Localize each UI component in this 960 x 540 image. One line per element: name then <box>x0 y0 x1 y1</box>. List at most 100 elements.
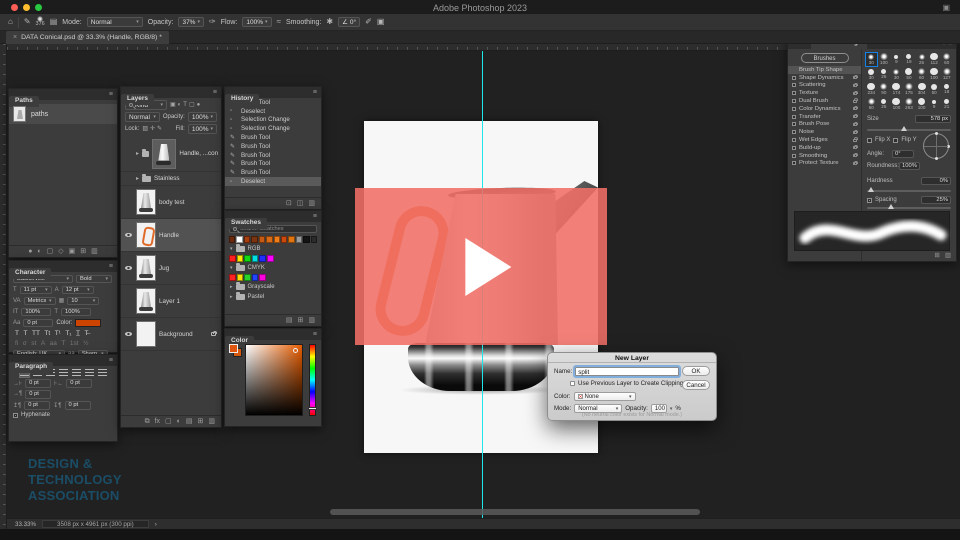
brush-option-row[interactable]: Wet Edges <box>788 136 861 144</box>
layer-filter-icon[interactable]: ● <box>197 102 201 108</box>
brush-option-row[interactable]: Protect Texture <box>788 160 861 168</box>
panel-menu-icon[interactable]: ≡ <box>313 213 317 220</box>
lock-option-icon[interactable]: ✛ <box>150 126 155 132</box>
flow-field[interactable]: 100%▾ <box>242 17 271 27</box>
layer-name[interactable]: Jug <box>159 265 169 272</box>
brush-preset[interactable]: 25 <box>878 97 891 112</box>
brush-preset[interactable]: 30 <box>890 67 903 82</box>
justify-last-left-button[interactable] <box>59 369 68 377</box>
horizontal-scale-field[interactable]: 100% <box>61 308 91 317</box>
type-style-button[interactable]: T̶ <box>85 330 89 337</box>
layer-name[interactable]: Handle <box>159 232 179 239</box>
tab-swatches[interactable]: Swatches <box>225 218 267 229</box>
layers-footer-icon[interactable]: ⊞ <box>198 418 204 425</box>
brush-option-row[interactable]: Noise <box>788 128 861 136</box>
swatch[interactable] <box>237 255 244 262</box>
symmetry-icon[interactable]: ▣ <box>377 18 385 26</box>
spacing-value[interactable]: 25% <box>921 196 951 204</box>
indent-first-line-field[interactable]: 0 pt <box>25 390 51 399</box>
indent-right-field[interactable]: 0 pt <box>66 379 92 388</box>
brush-preset[interactable]: 234 <box>865 82 878 97</box>
history-footer-icon[interactable]: ⊡ <box>286 200 292 207</box>
swatch-group-grayscale[interactable]: ▸ Grayscale <box>225 284 321 290</box>
brush-option-checkbox[interactable] <box>792 83 796 87</box>
group-expander-icon[interactable]: ▸ <box>136 150 139 157</box>
brush-preset[interactable]: 100 <box>928 67 941 82</box>
space-before-field[interactable]: 0 pt <box>24 401 50 410</box>
vertical-ruler[interactable] <box>0 44 7 529</box>
brush-preset[interactable]: 127 <box>940 67 953 82</box>
brush-preset[interactable]: 30 <box>865 67 878 82</box>
tab-character[interactable]: Character <box>9 268 51 279</box>
swatch[interactable] <box>252 255 259 262</box>
blend-mode-select[interactable]: Normal▾ <box>87 17 143 27</box>
swatch[interactable] <box>259 255 266 262</box>
font-size-field[interactable]: 11 pt▾ <box>20 286 52 295</box>
brush-option-checkbox[interactable] <box>792 161 796 165</box>
spacing-slider[interactable] <box>867 207 951 209</box>
brush-preset[interactable]: 112 <box>928 52 941 67</box>
brush-option-checkbox[interactable] <box>792 154 796 158</box>
panel-menu-icon[interactable]: ≡ <box>213 89 217 96</box>
space-after-field[interactable]: 0 pt <box>65 401 91 410</box>
swatch-group-pastel[interactable]: ▸ Pastel <box>225 294 321 300</box>
layer-filter-icon[interactable]: ▢ <box>189 102 195 108</box>
cancel-button[interactable]: Cancel <box>682 380 710 390</box>
tracking-field[interactable]: 10▾ <box>67 297 99 306</box>
brush-option-checkbox[interactable] <box>792 99 796 103</box>
layers-footer-icon[interactable]: ⧉ <box>145 418 150 425</box>
swatch[interactable] <box>236 236 242 243</box>
layer-name[interactable]: Stainless <box>154 175 180 182</box>
brush-preset[interactable]: 90 <box>878 82 891 97</box>
brush-angle-dial[interactable] <box>923 133 949 159</box>
paths-footer-icon[interactable]: ◐ <box>37 248 41 255</box>
swatch[interactable] <box>296 236 302 243</box>
angle-value[interactable]: 0° <box>892 150 914 158</box>
close-document-icon[interactable]: × <box>13 34 17 41</box>
hardness-slider[interactable] <box>867 190 951 192</box>
swatches-footer-icon[interactable]: ▤ <box>286 317 293 324</box>
layer-visibility-eye-icon[interactable] <box>125 233 132 238</box>
brush-option-checkbox[interactable] <box>792 76 796 80</box>
panel-menu-icon[interactable]: ≡ <box>109 357 113 364</box>
brush-option-row[interactable]: Texture <box>788 89 861 97</box>
swatches-footer-icon[interactable]: ▥ <box>308 317 315 324</box>
justify-last-right-button[interactable] <box>85 369 94 377</box>
vertical-scale-field[interactable]: 100% <box>21 308 51 317</box>
layer-thumbnail[interactable] <box>152 139 176 169</box>
leading-field[interactable]: 12 pt▾ <box>62 286 94 295</box>
paths-footer-icon[interactable]: ◇ <box>58 248 63 255</box>
brush-option-row[interactable]: Transfer <box>788 113 861 121</box>
brush-preset[interactable]: 9 <box>928 97 941 112</box>
swatch-group-cmyk[interactable]: ▾ CMYK <box>225 265 321 271</box>
brush-option-checkbox[interactable] <box>792 130 796 134</box>
size-slider[interactable] <box>867 129 951 131</box>
layers-footer-icon[interactable]: ▥ <box>208 418 215 425</box>
hue-slider[interactable] <box>309 344 316 416</box>
panel-menu-icon[interactable]: ≡ <box>313 331 317 338</box>
history-step[interactable]: ✎ Brush Tool <box>225 133 321 142</box>
history-step[interactable]: ✎ Brush Tool <box>225 168 321 177</box>
opentype-button[interactable]: T <box>61 340 65 347</box>
brush-preset[interactable]: 21 <box>940 97 953 112</box>
brush-preset[interactable]: 100 <box>878 52 891 67</box>
foreground-color-swatch[interactable] <box>229 344 238 353</box>
lock-option-icon[interactable]: ▨ <box>142 126 148 132</box>
swatch[interactable] <box>244 274 251 281</box>
color-picker-cursor[interactable] <box>293 348 298 353</box>
type-style-button[interactable]: TT <box>32 330 40 337</box>
swatch[interactable] <box>229 236 235 243</box>
roundness-value[interactable]: 100% <box>899 162 920 170</box>
hyphenate-checkbox[interactable] <box>13 413 18 418</box>
type-style-button[interactable]: T̲ <box>76 330 80 337</box>
baseline-field[interactable]: 0 pt <box>23 319 53 328</box>
play-icon[interactable] <box>465 238 511 296</box>
text-color-swatch[interactable] <box>75 319 101 327</box>
toggle-brush-panel-icon[interactable]: ▤ <box>50 18 58 26</box>
brush-footer-icon[interactable]: ▥ <box>945 253 951 260</box>
brush-option-row[interactable]: Smoothing <box>788 152 861 160</box>
layer-fill-field[interactable]: 100%▾ <box>188 124 217 134</box>
layer-row[interactable]: ▸ Handle <box>121 219 221 252</box>
smoothing-gear-icon[interactable]: ✱ <box>326 18 333 26</box>
brush-preset[interactable]: 60 <box>865 97 878 112</box>
